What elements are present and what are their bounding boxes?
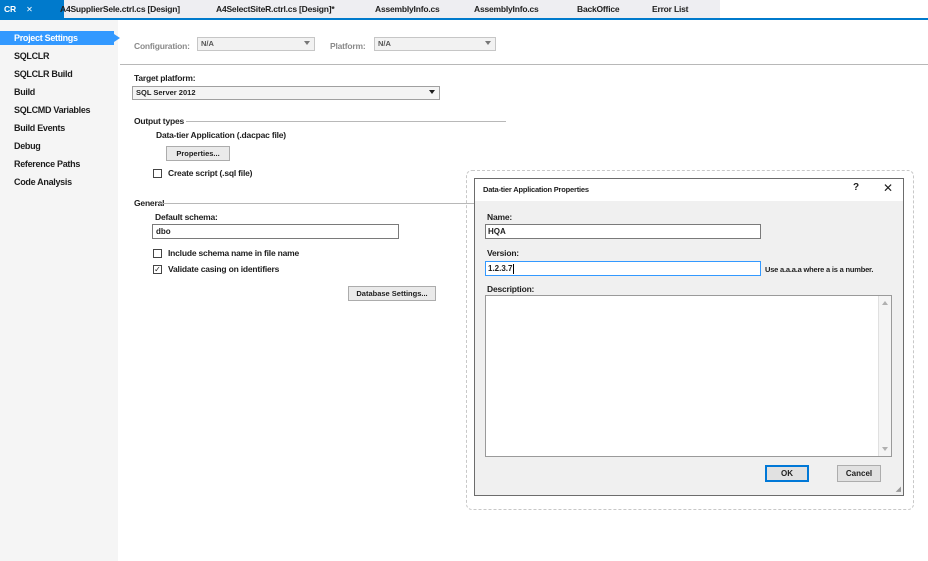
validate-casing-label: Validate casing on identifiers (168, 264, 280, 274)
version-hint: Use a.a.a.a where a is a number. (765, 265, 874, 274)
platform-label: Platform: (330, 41, 366, 51)
description-scrollbar[interactable] (878, 296, 891, 456)
validate-casing-checkbox[interactable]: ✓ (153, 265, 162, 274)
default-schema-input[interactable]: dbo (152, 224, 399, 239)
configuration-value: N/A (201, 39, 214, 48)
version-label: Version: (487, 248, 519, 258)
nav-item-build-events[interactable]: Build Events (14, 121, 65, 135)
general-divider (160, 203, 474, 204)
tab-supplier-select-designer[interactable]: A4SupplierSele.ctrl.cs [Design] (60, 0, 180, 18)
tab-close-icon[interactable]: ✕ (26, 5, 33, 14)
tab-active-project[interactable]: CR ✕ (0, 0, 64, 18)
database-settings-button[interactable]: Database Settings... (348, 286, 436, 301)
chevron-down-icon (485, 41, 491, 45)
tab-assemblyinfo-1[interactable]: AssemblyInfo.cs (375, 0, 440, 18)
close-icon[interactable]: ✕ (883, 181, 893, 195)
dacpac-label: Data-tier Application (.dacpac file) (156, 130, 286, 140)
dialog-title: Data-tier Application Properties (483, 185, 589, 194)
target-platform-value: SQL Server 2012 (136, 88, 196, 97)
target-platform-select[interactable]: SQL Server 2012 (132, 86, 440, 100)
scroll-up-icon[interactable] (882, 301, 888, 305)
checkmark-icon: ✓ (154, 265, 161, 274)
create-script-checkbox[interactable] (153, 169, 162, 178)
header-divider (120, 64, 928, 65)
tab-error-list[interactable]: Error List (652, 0, 688, 18)
output-types-label: Output types (134, 116, 185, 126)
configuration-select: N/A (197, 37, 315, 51)
nav-item-sqlclr[interactable]: SQLCLR (14, 49, 50, 63)
nav-item-sqlcmd-variables[interactable]: SQLCMD Variables (14, 103, 91, 117)
name-input[interactable]: HQA (485, 224, 761, 239)
nav-item-debug[interactable]: Debug (14, 139, 41, 153)
create-script-label: Create script (.sql file) (168, 168, 253, 178)
scroll-down-icon[interactable] (882, 447, 888, 451)
tab-assemblyinfo-2[interactable]: AssemblyInfo.cs (474, 0, 539, 18)
cancel-button[interactable]: Cancel (837, 465, 881, 482)
nav-item-reference-paths[interactable]: Reference Paths (14, 157, 80, 171)
include-schema-checkbox[interactable] (153, 249, 162, 258)
include-schema-label: Include schema name in file name (168, 248, 300, 258)
configuration-label: Configuration: (134, 41, 190, 51)
description-label: Description: (487, 284, 535, 294)
nav-item-sqlclr-build[interactable]: SQLCLR Build (14, 67, 73, 81)
output-types-divider (186, 121, 506, 122)
platform-select: N/A (374, 37, 496, 51)
default-schema-label: Default schema: (155, 212, 218, 222)
nav-item-build[interactable]: Build (14, 85, 35, 99)
project-settings-nav: Project Settings SQLCLR SQLCLR Build Bui… (0, 20, 120, 561)
dac-properties-dialog: Data-tier Application Properties ? ✕ Nam… (474, 178, 904, 496)
description-textarea[interactable] (485, 295, 892, 457)
text-caret (513, 263, 515, 274)
dialog-titlebar[interactable]: Data-tier Application Properties ? ✕ (475, 179, 903, 201)
name-label: Name: (487, 212, 512, 222)
version-input[interactable]: 1.2.3.7 (485, 261, 761, 276)
tab-strip-underline (0, 18, 928, 20)
chevron-down-icon (429, 90, 435, 94)
chevron-down-icon (304, 41, 310, 45)
ok-button[interactable]: OK (765, 465, 809, 482)
tab-backoffice[interactable]: BackOffice (577, 0, 620, 18)
properties-button[interactable]: Properties... (166, 146, 230, 161)
document-tab-strip: CR ✕ A4SupplierSele.ctrl.cs [Design] A4S… (0, 0, 928, 20)
platform-value: N/A (378, 39, 391, 48)
tab-active-label: CR (4, 4, 16, 14)
nav-item-project-settings[interactable]: Project Settings (0, 31, 120, 45)
version-value: 1.2.3.7 (488, 264, 513, 273)
nav-item-code-analysis[interactable]: Code Analysis (14, 175, 72, 189)
target-platform-label: Target platform: (134, 73, 196, 83)
tab-select-site-designer[interactable]: A4SelectSiteR.ctrl.cs [Design]* (216, 0, 335, 18)
help-icon[interactable]: ? (853, 182, 859, 193)
resize-grip-icon[interactable]: ◢ (896, 485, 901, 493)
